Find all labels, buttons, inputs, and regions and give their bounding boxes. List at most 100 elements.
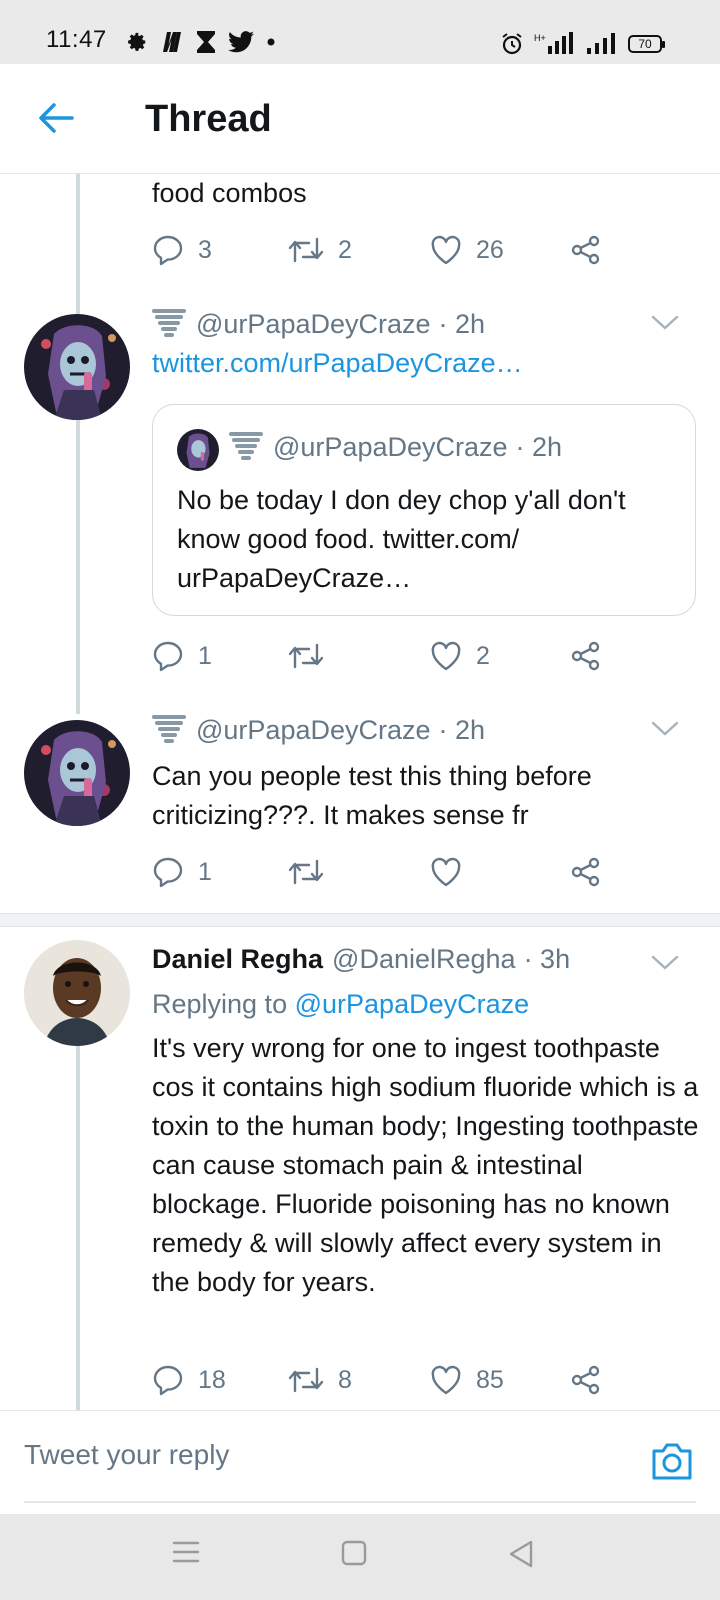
netflix-icon	[163, 32, 181, 52]
chevron-down-icon[interactable]	[650, 953, 680, 973]
tornado-emoji-icon	[152, 715, 186, 743]
battery-indicator: 70	[628, 35, 665, 53]
thread-line	[76, 1040, 80, 1410]
app-header: Thread	[0, 64, 720, 174]
tweet-time: · 2h	[438, 714, 486, 745]
reply-count: 1	[198, 857, 212, 886]
home-square-icon[interactable]	[341, 1540, 367, 1566]
dot-icon	[267, 38, 275, 46]
like-count: 26	[476, 235, 504, 264]
like-button[interactable]: 85	[430, 1360, 504, 1400]
display-name[interactable]: Daniel Regha	[152, 944, 323, 975]
back-triangle-icon[interactable]	[508, 1540, 534, 1568]
share-icon	[571, 235, 600, 265]
arrow-left-icon	[39, 103, 74, 133]
retweet-button[interactable]	[288, 852, 338, 892]
twitter-bird-icon	[228, 31, 254, 53]
retweet-count: 8	[338, 1365, 352, 1394]
reply-icon	[153, 641, 183, 672]
share-button[interactable]	[570, 230, 602, 270]
replying-to-handle[interactable]: @urPapaDeyCraze	[295, 989, 530, 1019]
reply-icon	[153, 1365, 183, 1396]
tweet-actions: 18 8 85	[152, 1360, 622, 1400]
tweet-handle[interactable]: @DanielRegha	[332, 944, 516, 975]
reply-bar: Tweet your reply	[0, 1410, 720, 1514]
tweet-actions: 1	[152, 852, 622, 892]
heart-icon	[431, 857, 461, 887]
reply-button[interactable]: 3	[152, 230, 212, 270]
signal-hplus-icon: H+	[534, 32, 573, 54]
retweet-icon	[288, 643, 324, 669]
like-count: 2	[476, 641, 490, 670]
retweet-button[interactable]: 2	[288, 230, 352, 270]
share-button[interactable]	[570, 636, 602, 676]
tweet-actions: 3 2 26	[152, 230, 622, 270]
status-left-icons	[126, 28, 276, 56]
avatar[interactable]	[24, 940, 130, 1046]
back-button[interactable]	[30, 92, 82, 144]
quoted-tweet[interactable]: @urPapaDeyCraze · 2h No be today I don d…	[152, 404, 696, 616]
status-bar: 11:47 H+ 70	[0, 0, 720, 64]
avatar-image	[24, 314, 130, 420]
tweet-time: · 2h	[438, 308, 486, 339]
tweet-header: @urPapaDeyCraze · 2h	[152, 308, 485, 340]
tweet-actions: 1 2	[152, 636, 622, 676]
avatar-image	[24, 940, 130, 1046]
avatar[interactable]	[24, 314, 130, 420]
share-icon	[571, 641, 600, 671]
heart-icon	[431, 641, 461, 671]
like-button[interactable]: 2	[430, 636, 490, 676]
chevron-down-icon[interactable]	[650, 719, 680, 739]
tweet-header: @urPapaDeyCraze · 2h	[152, 714, 485, 746]
like-count: 85	[476, 1365, 504, 1394]
share-icon	[571, 857, 600, 887]
heart-icon	[431, 235, 461, 265]
alarm-icon	[502, 33, 522, 55]
menu-icon[interactable]	[172, 1540, 200, 1564]
quoted-tweet-text: No be today I don dey chop y'all don't k…	[177, 485, 626, 593]
share-button[interactable]	[570, 1360, 602, 1400]
reply-button[interactable]: 18	[152, 1360, 226, 1400]
retweet-icon	[288, 237, 324, 263]
tweet-text: food combos	[152, 178, 307, 208]
tweet-handle[interactable]: @urPapaDeyCraze	[196, 715, 431, 746]
replying-to-label: Replying to	[152, 989, 288, 1019]
heart-icon	[431, 1365, 461, 1395]
reply-count: 3	[198, 235, 212, 264]
retweet-button[interactable]: 8	[288, 1360, 352, 1400]
retweet-count: 2	[338, 235, 352, 264]
share-icon	[571, 1365, 600, 1395]
section-divider	[0, 913, 720, 927]
reply-button[interactable]: 1	[152, 636, 212, 676]
avatar[interactable]	[24, 720, 130, 826]
status-right-icons: H+ 70	[500, 30, 665, 58]
svg-text:H+: H+	[534, 33, 546, 43]
share-button[interactable]	[570, 852, 602, 892]
like-button[interactable]	[430, 852, 476, 892]
avatar	[177, 429, 219, 471]
tweet-link[interactable]: twitter.com/urPapaDeyCraze…	[152, 344, 523, 383]
hourglass-icon	[197, 31, 215, 53]
system-nav-bar	[0, 1514, 720, 1600]
retweet-icon	[288, 1367, 324, 1393]
tweet-text: Can you people test this thing before cr…	[152, 761, 592, 830]
like-button[interactable]: 26	[430, 230, 504, 270]
tweet-header: Daniel Regha @DanielRegha · 3h	[152, 944, 570, 975]
retweet-button[interactable]	[288, 636, 338, 676]
avatar-image	[24, 720, 130, 826]
page-title: Thread	[145, 98, 272, 140]
quoted-tweet-time: · 2h	[515, 431, 563, 462]
avatar-image	[177, 429, 219, 471]
reply-button[interactable]: 1	[152, 852, 212, 892]
quoted-tweet-handle: @urPapaDeyCraze	[273, 431, 508, 462]
chevron-down-icon[interactable]	[650, 313, 680, 333]
tornado-emoji-icon	[229, 432, 263, 460]
reply-icon	[153, 857, 183, 888]
reply-input[interactable]: Tweet your reply	[24, 1439, 604, 1471]
tornado-emoji-icon	[152, 309, 186, 337]
status-time: 11:47	[46, 26, 107, 53]
camera-icon	[652, 1443, 692, 1480]
quoted-tweet-header: @urPapaDeyCraze · 2h	[229, 431, 562, 463]
camera-button[interactable]	[650, 1441, 694, 1486]
tweet-handle[interactable]: @urPapaDeyCraze	[196, 309, 431, 340]
